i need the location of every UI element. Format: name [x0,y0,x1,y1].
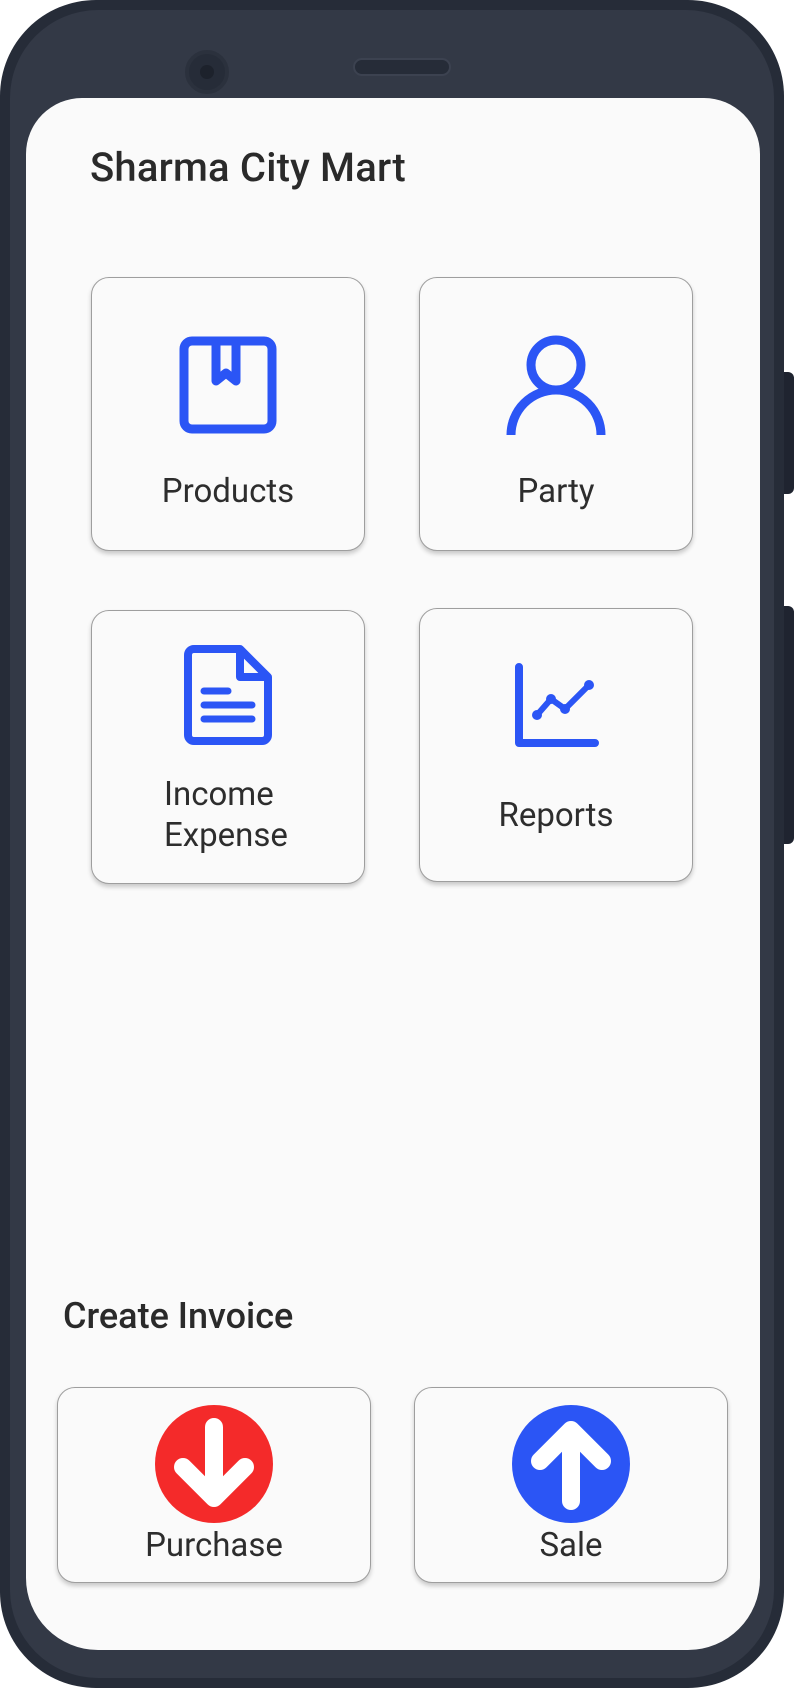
store-name-title: Sharma City Mart [90,144,406,191]
purchase-button[interactable]: Purchase [57,1387,371,1583]
sale-button[interactable]: Sale [414,1387,728,1583]
products-tile[interactable]: Products [91,277,365,551]
arrow-up-circle-icon [512,1405,630,1523]
person-icon [506,335,606,436]
products-label: Products [161,472,295,511]
create-invoice-heading: Create Invoice [63,1295,294,1337]
phone-frame: Sharma City Mart Products Party Income E… [0,0,784,1688]
arrow-down-circle-icon [155,1405,273,1523]
purchase-label: Purchase [145,1526,283,1565]
front-camera [185,50,229,94]
reports-label: Reports [498,796,614,835]
income-expense-label: Income Expense [164,775,288,855]
book-bookmark-icon [179,336,277,434]
app-screen: Sharma City Mart Products Party Income E… [26,98,760,1650]
reports-tile[interactable]: Reports [419,608,693,882]
document-icon [184,645,272,745]
party-tile[interactable]: Party [419,277,693,551]
sale-label: Sale [539,1526,603,1565]
earpiece-speaker [353,58,451,76]
party-label: Party [517,472,595,511]
income-expense-tile[interactable]: Income Expense [91,610,365,884]
line-chart-icon [515,663,599,747]
